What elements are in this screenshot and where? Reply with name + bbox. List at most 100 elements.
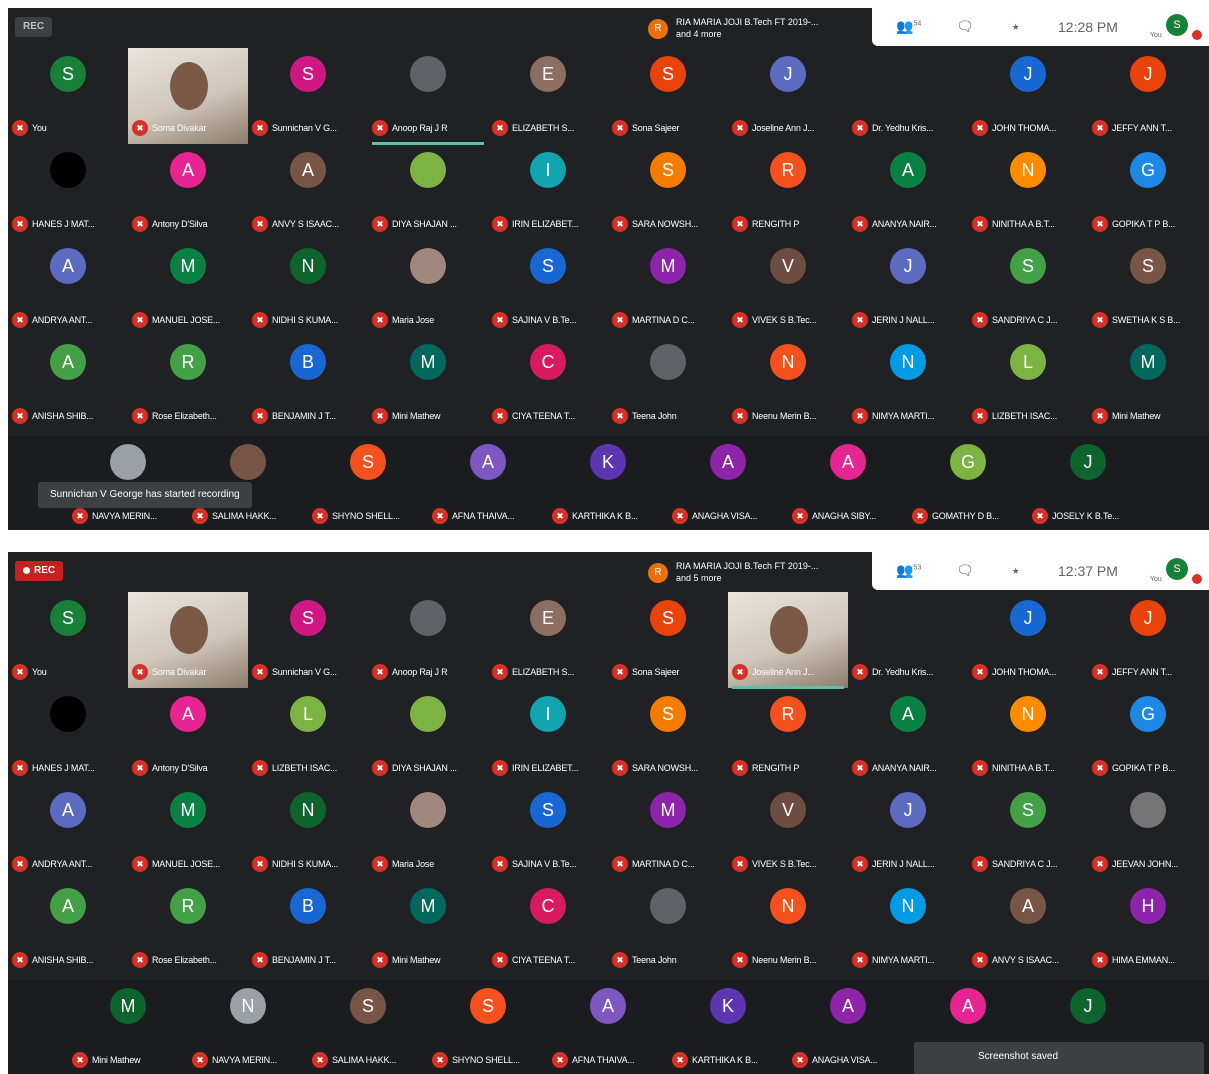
participant-tile[interactable]: N ✖ NIDHI S KUMA...: [248, 784, 368, 880]
participant-tile[interactable]: J ✖ JERIN J NALL...: [848, 240, 968, 336]
participant-tile[interactable]: A ✖ AFNA THAIVA...: [548, 980, 668, 1074]
participant-tile[interactable]: A ✖ ANDRYA ANT...: [8, 240, 128, 336]
participant-tile[interactable]: M ✖ Mini Mathew: [368, 880, 488, 976]
participant-tile[interactable]: S ✖ You: [8, 592, 128, 688]
participant-tile[interactable]: M ✖ Mini Mathew: [1088, 336, 1208, 432]
participant-tile[interactable]: A ✖ ANAGHA VISA...: [668, 436, 788, 530]
participant-tile[interactable]: S ✖ SARA NOWSH...: [608, 144, 728, 240]
participant-tile[interactable]: S ✖ Sunnichan V G...: [248, 48, 368, 144]
participant-tile[interactable]: I ✖ IRIN ELIZABET...: [488, 144, 608, 240]
participant-tile[interactable]: I ✖ IRIN ELIZABET...: [488, 688, 608, 784]
participant-tile[interactable]: ✖ Soma Divakar: [128, 48, 248, 144]
participant-tile[interactable]: K ✖ KARTHIKA K B...: [668, 980, 788, 1074]
participant-tile[interactable]: E ✖ ELIZABETH S...: [488, 48, 608, 144]
participant-tile[interactable]: C ✖ CIYA TEENA T...: [488, 880, 608, 976]
participant-tile[interactable]: S ✖ SAJINA V B.Te...: [488, 240, 608, 336]
participant-tile[interactable]: ✖ Joseline Ann J...: [728, 592, 848, 689]
participant-tile[interactable]: J ✖ JOHN THOMA...: [968, 592, 1088, 688]
self-avatar[interactable]: S: [1166, 558, 1188, 580]
participant-tile[interactable]: ✖ Anoop Raj J R: [368, 48, 488, 145]
participant-tile[interactable]: S ✖ SALIMA HAKK...: [308, 980, 428, 1074]
participant-tile[interactable]: M ✖ MARTINA D C...: [608, 240, 728, 336]
participant-tile[interactable]: G ✖ GOPIKA T P B...: [1088, 688, 1208, 784]
participant-tile[interactable]: J ✖ JEFFY ANN T...: [1088, 592, 1208, 688]
participant-tile[interactable]: B ✖ BENJAMIN J T...: [248, 336, 368, 432]
participant-tile[interactable]: S ✖ Sona Sajeer: [608, 48, 728, 144]
participant-tile[interactable]: B ✖ BENJAMIN J T...: [248, 880, 368, 976]
participant-tile[interactable]: L ✖ LIZBETH ISAC...: [248, 688, 368, 784]
participant-tile[interactable]: A ✖ ANISHA SHIB...: [8, 336, 128, 432]
people-button[interactable]: 👥53: [896, 562, 921, 579]
participant-tile[interactable]: ✖ Dr. Yedhu Kris...: [848, 592, 968, 688]
participant-tile[interactable]: A ✖ ANDRYA ANT...: [8, 784, 128, 880]
self-avatar[interactable]: S: [1166, 14, 1188, 36]
participant-tile[interactable]: M ✖ Mini Mathew: [68, 980, 188, 1074]
participant-tile[interactable]: S ✖ SAJINA V B.Te...: [488, 784, 608, 880]
participant-tile[interactable]: A ✖ Antony D'Silva: [128, 144, 248, 240]
participant-tile[interactable]: S ✖ SWETHA K S B...: [1088, 240, 1208, 336]
participant-tile[interactable]: N ✖ NAVYA MERIN...: [188, 980, 308, 1074]
participant-tile[interactable]: J ✖ JOHN THOMA...: [968, 48, 1088, 144]
participant-tile[interactable]: V ✖ VIVEK S B.Tec...: [728, 784, 848, 880]
participant-tile[interactable]: A ✖ ANVY S ISAAC...: [248, 144, 368, 240]
participant-tile[interactable]: N ✖ NINITHA A B.T...: [968, 144, 1088, 240]
participant-tile[interactable]: K ✖ KARTHIKA K B...: [548, 436, 668, 530]
participant-tile[interactable]: ✖ Dr. Yedhu Kris...: [848, 48, 968, 144]
participant-tile[interactable]: A ✖ ANAGHA VISA...: [788, 980, 908, 1074]
participant-tile[interactable]: ✖ Teena John: [608, 336, 728, 432]
participant-tile[interactable]: ✖ DIYA SHAJAN ...: [368, 688, 488, 784]
participant-tile[interactable]: N ✖ NIMYA MARTI...: [848, 336, 968, 432]
participant-tile[interactable]: R ✖ RENGITH P: [728, 144, 848, 240]
participant-tile[interactable]: ✖ Maria Jose: [368, 784, 488, 880]
participant-tile[interactable]: G ✖ GOPIKA T P B...: [1088, 144, 1208, 240]
participant-tile[interactable]: H ✖ HIMA EMMAN...: [1088, 880, 1208, 976]
participant-tile[interactable]: L ✖ LIZBETH ISAC...: [968, 336, 1088, 432]
participant-tile[interactable]: ✖ HANES J MAT...: [8, 144, 128, 240]
participant-tile[interactable]: S ✖ SARA NOWSH...: [608, 688, 728, 784]
participant-tile[interactable]: ✖ DIYA SHAJAN ...: [368, 144, 488, 240]
chat-icon[interactable]: 🗨: [956, 562, 974, 579]
participant-tile[interactable]: R ✖ Rose Elizabeth...: [128, 880, 248, 976]
participant-tile[interactable]: R ✖ Rose Elizabeth...: [128, 336, 248, 432]
activities-icon[interactable]: ⭑: [1012, 562, 1020, 579]
participant-tile[interactable]: A ✖ Antony D'Silva: [128, 688, 248, 784]
participant-tile[interactable]: S ✖ SANDRIYA C J...: [968, 784, 1088, 880]
participant-tile[interactable]: N ✖ NINITHA A B.T...: [968, 688, 1088, 784]
participant-tile[interactable]: N ✖ NIDHI S KUMA...: [248, 240, 368, 336]
participant-tile[interactable]: S ✖ SHYNO SHELL...: [308, 436, 428, 530]
participant-tile[interactable]: ✖ HANES J MAT...: [8, 688, 128, 784]
participant-tile[interactable]: S ✖ SHYNO SHELL...: [428, 980, 548, 1074]
participant-tile[interactable]: ✖ JEEVAN JOHN...: [1088, 784, 1208, 880]
participant-tile[interactable]: M ✖ MANUEL JOSE...: [128, 784, 248, 880]
participant-tile[interactable]: M ✖ Mini Mathew: [368, 336, 488, 432]
participant-tile[interactable]: N ✖ Neenu Merin B...: [728, 880, 848, 976]
participant-tile[interactable]: A ✖ ANVY S ISAAC...: [968, 880, 1088, 976]
participant-tile[interactable]: E ✖ ELIZABETH S...: [488, 592, 608, 688]
participant-tile[interactable]: ✖ Teena John: [608, 880, 728, 976]
participant-tile[interactable]: N ✖ NIMYA MARTI...: [848, 880, 968, 976]
participant-tile[interactable]: M ✖ MANUEL JOSE...: [128, 240, 248, 336]
participant-tile[interactable]: ✖ Maria Jose: [368, 240, 488, 336]
participant-tile[interactable]: ✖ Soma Divakar: [128, 592, 248, 688]
participant-tile[interactable]: R ✖ RENGITH P: [728, 688, 848, 784]
activities-icon[interactable]: ⭑: [1012, 18, 1020, 35]
participant-tile[interactable]: S ✖ Sunnichan V G...: [248, 592, 368, 688]
participant-tile[interactable]: M ✖ MARTINA D C...: [608, 784, 728, 880]
participant-tile[interactable]: N ✖ Neenu Merin B...: [728, 336, 848, 432]
participant-tile[interactable]: J ✖ JERIN J NALL...: [848, 784, 968, 880]
participant-tile[interactable]: V ✖ VIVEK S B.Tec...: [728, 240, 848, 336]
participant-tile[interactable]: A ✖ ANANYA NAIR...: [848, 688, 968, 784]
participant-tile[interactable]: S ✖ SANDRIYA C J...: [968, 240, 1088, 336]
participant-tile[interactable]: S ✖ Sona Sajeer: [608, 592, 728, 688]
participant-tile[interactable]: C ✖ CIYA TEENA T...: [488, 336, 608, 432]
participant-tile[interactable]: A ✖ ANANYA NAIR...: [848, 144, 968, 240]
participant-tile[interactable]: A ✖ ANISHA SHIB...: [8, 880, 128, 976]
participant-tile[interactable]: S ✖ You: [8, 48, 128, 144]
participant-tile[interactable]: A ✖ ANAGHA SIBY...: [788, 436, 908, 530]
participant-tile[interactable]: G ✖ GOMATHY D B...: [908, 436, 1028, 530]
participant-tile[interactable]: ✖ Anoop Raj J R: [368, 592, 488, 688]
participant-tile[interactable]: J ✖ JEFFY ANN T...: [1088, 48, 1208, 144]
participant-tile[interactable]: A ✖ AFNA THAIVA...: [428, 436, 548, 530]
participant-tile[interactable]: J ✖ Joseline Ann J...: [728, 48, 848, 144]
chat-icon[interactable]: 🗨: [956, 18, 974, 35]
